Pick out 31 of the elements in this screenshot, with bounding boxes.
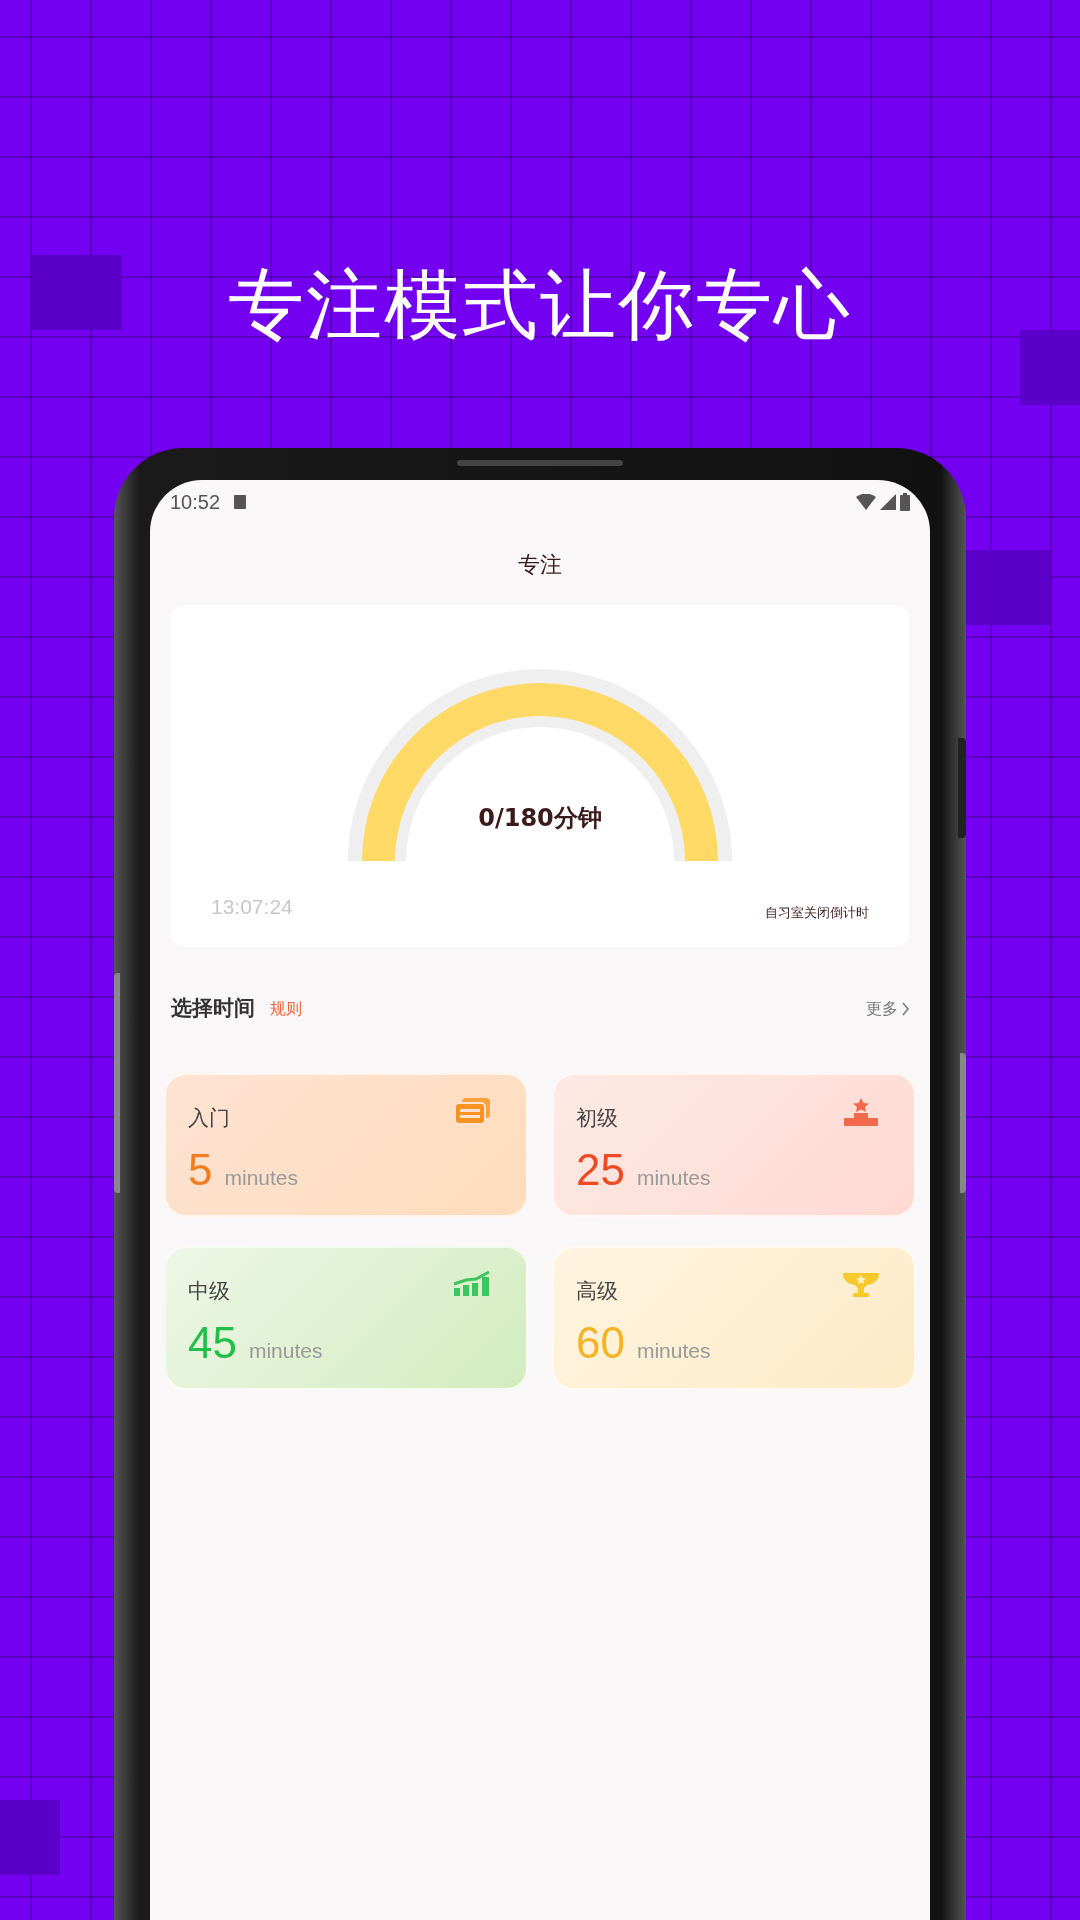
level-minutes: 5 bbox=[188, 1146, 213, 1194]
cards-icon bbox=[454, 1096, 492, 1125]
minutes-unit: minutes bbox=[248, 1338, 323, 1364]
level-card[interactable]: 高级 60 minutes bbox=[552, 1245, 916, 1390]
gauge-reading: 0/180分钟 bbox=[478, 803, 602, 834]
section-title: 选择时间 bbox=[171, 995, 255, 1022]
signal-icon bbox=[880, 494, 896, 510]
minutes-unit: minutes bbox=[636, 1165, 711, 1191]
page-title: 专注 bbox=[517, 551, 563, 579]
level-card[interactable]: 入门 5 minutes bbox=[164, 1072, 528, 1217]
chevron-right-icon bbox=[902, 1001, 909, 1016]
level-minutes: 60 bbox=[576, 1319, 625, 1367]
level-name: 中级 bbox=[188, 1277, 230, 1305]
podium-icon bbox=[842, 1096, 880, 1127]
minutes-unit: minutes bbox=[224, 1165, 298, 1191]
level-minutes: 45 bbox=[188, 1319, 237, 1367]
bar-chart-icon bbox=[452, 1269, 492, 1296]
keyboard-icon bbox=[234, 495, 247, 509]
countdown-caption: 自习室关闭倒计时 bbox=[765, 904, 869, 922]
level-card[interactable]: 中级 45 minutes bbox=[164, 1245, 528, 1390]
status-time: 10:52 bbox=[170, 490, 221, 515]
level-card[interactable]: 初级 25 minutes bbox=[552, 1072, 916, 1217]
more-link[interactable]: 更多 bbox=[866, 996, 909, 1021]
battery-icon bbox=[900, 493, 910, 511]
level-name: 初级 bbox=[576, 1104, 618, 1132]
wifi-icon bbox=[856, 494, 876, 510]
level-name: 高级 bbox=[576, 1277, 618, 1305]
headline: 专注模式让你专心 bbox=[228, 259, 852, 351]
level-name: 入门 bbox=[188, 1104, 230, 1132]
level-minutes: 25 bbox=[576, 1146, 625, 1194]
minutes-unit: minutes bbox=[636, 1338, 711, 1364]
